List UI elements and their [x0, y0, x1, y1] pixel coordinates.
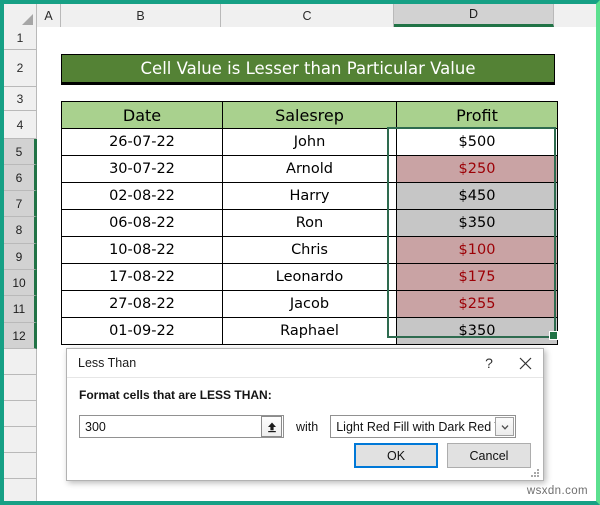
dialog-body: Format cells that are LESS THAN: with: [67, 378, 543, 438]
row-header-13[interactable]: [4, 349, 37, 375]
dialog-titlebar: Less Than ?: [67, 349, 543, 378]
cell-profit[interactable]: $350: [396, 317, 558, 345]
cell-salesrep[interactable]: Arnold: [222, 155, 397, 183]
column-header-row: A B C D: [4, 4, 596, 27]
format-style-value: Light Red Fill with Dark Red Text: [336, 419, 495, 434]
chevron-down-icon[interactable]: [495, 417, 515, 436]
row-header-7[interactable]: 7: [4, 191, 37, 217]
table-row: 10-08-22 Chris $100: [61, 236, 558, 264]
table-row: 17-08-22 Leonardo $175: [61, 263, 558, 291]
row-header-column: 1 2 3 4 5 6 7 8 9 10 11 12: [4, 27, 37, 501]
row-header-12[interactable]: 12: [4, 323, 37, 349]
table-row: 30-07-22 Arnold $250: [61, 155, 558, 183]
dialog-title: Less Than: [78, 356, 137, 370]
cell-date[interactable]: 02-08-22: [61, 182, 223, 210]
table-header-row: Date Salesrep Profit: [61, 101, 558, 129]
cell-profit[interactable]: $350: [396, 209, 558, 237]
row-header-9[interactable]: 9: [4, 244, 37, 270]
cell-profit[interactable]: $250: [396, 155, 558, 183]
dialog-prompt: Format cells that are LESS THAN:: [79, 388, 272, 402]
threshold-input-wrapper[interactable]: [79, 415, 284, 438]
cell-date[interactable]: 06-08-22: [61, 209, 223, 237]
cell-date[interactable]: 27-08-22: [61, 290, 223, 318]
watermark: wsxdn.com: [526, 485, 588, 497]
worksheet-area: A B C D 1 2 3 4 5 6 7 8 9 10 11 12 Cell …: [4, 4, 596, 501]
column-header-a[interactable]: A: [37, 4, 61, 27]
column-header-c[interactable]: C: [221, 4, 394, 27]
row-header-14[interactable]: [4, 375, 37, 401]
resize-grip-icon[interactable]: [530, 468, 540, 478]
title-banner[interactable]: Cell Value is Lesser than Particular Val…: [61, 54, 555, 83]
cell-date[interactable]: 30-07-22: [61, 155, 223, 183]
dialog-controls-row: with Light Red Fill with Dark Red Text: [79, 415, 531, 438]
collapse-dialog-icon[interactable]: [261, 416, 282, 437]
column-header-salesrep[interactable]: Salesrep: [222, 101, 397, 129]
row-header-11[interactable]: 11: [4, 296, 37, 323]
column-header-d[interactable]: D: [394, 4, 554, 27]
column-header-profit[interactable]: Profit: [396, 101, 558, 129]
cell-date[interactable]: 01-09-22: [61, 317, 223, 345]
row-header-10[interactable]: 10: [4, 270, 37, 296]
cancel-button[interactable]: Cancel: [447, 443, 531, 468]
cell-salesrep[interactable]: John: [222, 128, 397, 156]
cell-date[interactable]: 26-07-22: [61, 128, 223, 156]
row-header-15[interactable]: [4, 401, 37, 427]
excel-screenshot: A B C D 1 2 3 4 5 6 7 8 9 10 11 12 Cell …: [0, 0, 600, 505]
cell-date[interactable]: 17-08-22: [61, 263, 223, 291]
cell-profit[interactable]: $100: [396, 236, 558, 264]
column-header-b[interactable]: B: [61, 4, 221, 27]
cell-salesrep[interactable]: Ron: [222, 209, 397, 237]
row-header-8[interactable]: 8: [4, 217, 37, 244]
row-header-4[interactable]: 4: [4, 111, 37, 139]
row-header-5[interactable]: 5: [4, 139, 37, 165]
cell-profit[interactable]: $175: [396, 263, 558, 291]
table-row: 01-09-22 Raphael $350: [61, 317, 558, 345]
table-row: 02-08-22 Harry $450: [61, 182, 558, 210]
column-header-date[interactable]: Date: [61, 101, 223, 129]
cell-profit[interactable]: $450: [396, 182, 558, 210]
row-header-2[interactable]: 2: [4, 50, 37, 87]
format-style-select[interactable]: Light Red Fill with Dark Red Text: [330, 415, 517, 438]
cell-salesrep[interactable]: Jacob: [222, 290, 397, 318]
less-than-dialog: Less Than ? Format cells that are LESS T…: [66, 348, 544, 481]
cell-salesrep[interactable]: Leonardo: [222, 263, 397, 291]
row-header-3[interactable]: 3: [4, 87, 37, 111]
dialog-buttons: OK Cancel: [354, 443, 531, 468]
table-row: 27-08-22 Jacob $255: [61, 290, 558, 318]
column-header-e[interactable]: [554, 4, 596, 27]
cell-date[interactable]: 10-08-22: [61, 236, 223, 264]
threshold-input[interactable]: [80, 418, 261, 435]
select-all-corner[interactable]: [4, 4, 37, 27]
ok-button[interactable]: OK: [354, 443, 438, 468]
row-header-6[interactable]: 6: [4, 165, 37, 191]
cell-profit[interactable]: $500: [396, 128, 558, 156]
with-label: with: [296, 419, 319, 434]
table-row: 06-08-22 Ron $350: [61, 209, 558, 237]
cell-salesrep[interactable]: Harry: [222, 182, 397, 210]
select-all-triangle-icon: [22, 14, 33, 25]
cell-salesrep[interactable]: Chris: [222, 236, 397, 264]
close-icon[interactable]: [507, 349, 543, 377]
row-header-1[interactable]: 1: [4, 27, 37, 50]
row-header-17[interactable]: [4, 453, 37, 479]
sales-data-table: Date Salesrep Profit 26-07-22 John $500 …: [61, 101, 558, 345]
row-header-16[interactable]: [4, 427, 37, 453]
table-row: 26-07-22 John $500: [61, 128, 558, 156]
row-header-18[interactable]: [4, 479, 37, 501]
cell-salesrep[interactable]: Raphael: [222, 317, 397, 345]
help-icon[interactable]: ?: [471, 349, 507, 377]
cell-profit[interactable]: $255: [396, 290, 558, 318]
